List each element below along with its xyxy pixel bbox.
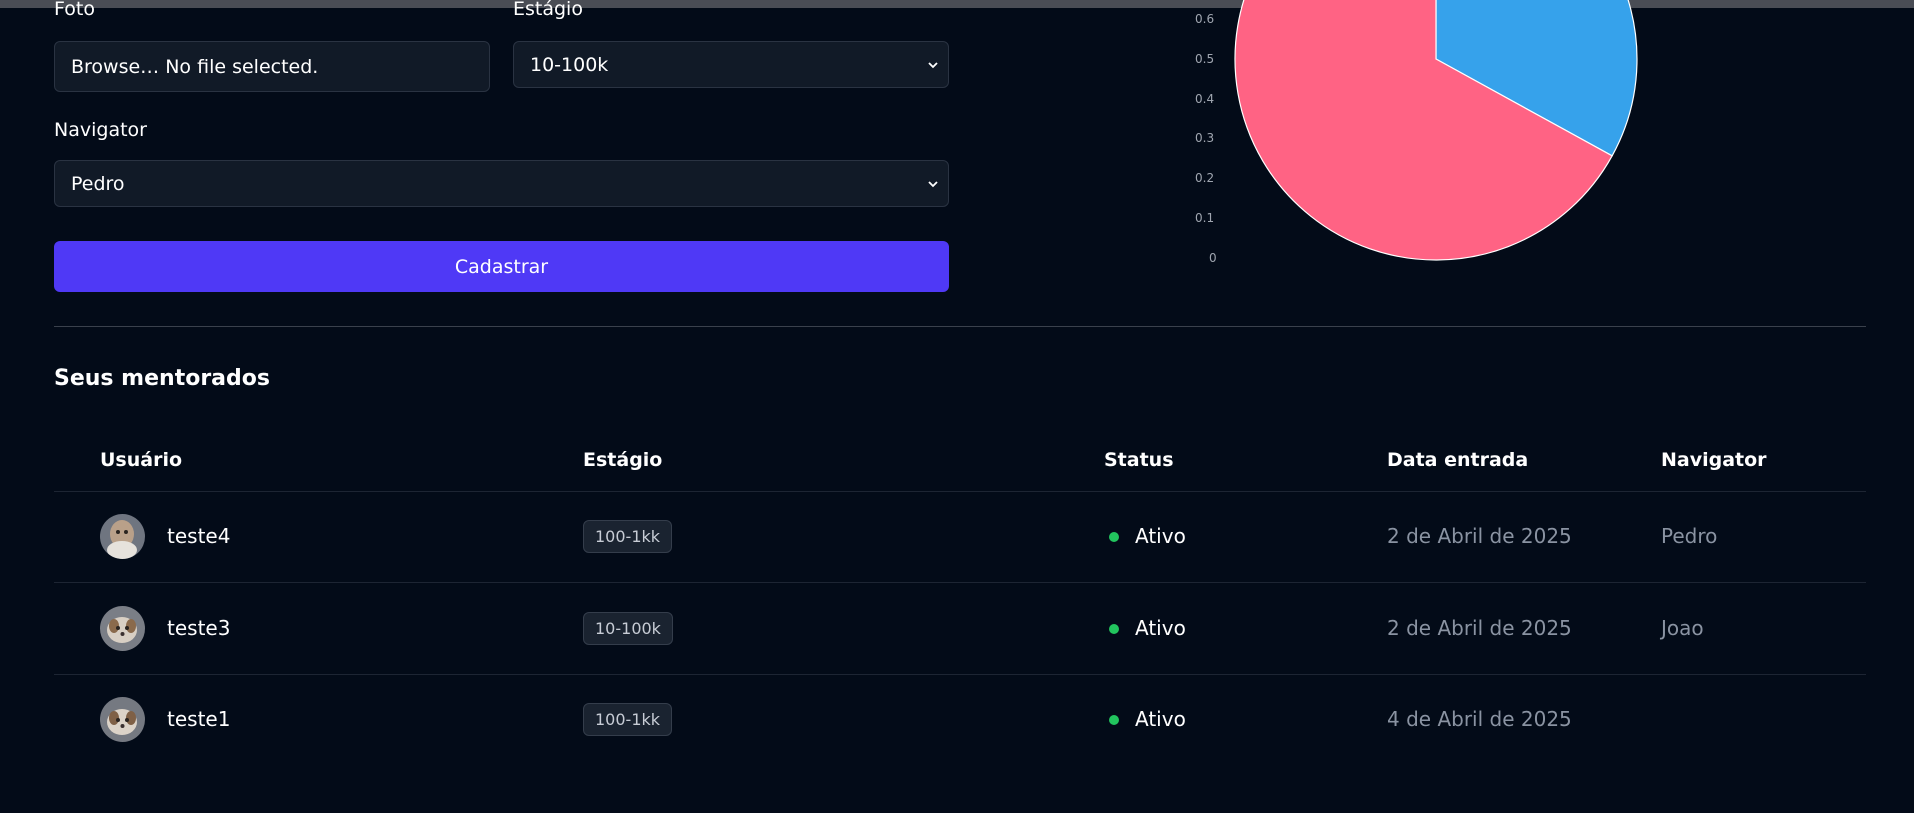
entry-date: 2 de Abril de 2025 bbox=[1387, 524, 1572, 548]
y-tick-label: 0.4 bbox=[1195, 92, 1215, 106]
stage-select[interactable]: 10-100k bbox=[513, 41, 949, 88]
status-dot bbox=[1109, 624, 1119, 634]
column-header-status: Status bbox=[1104, 449, 1174, 471]
navigator-name: Joao bbox=[1661, 616, 1704, 640]
stage-badge: 10-100k bbox=[583, 612, 673, 645]
entry-date: 4 de Abril de 2025 bbox=[1387, 707, 1572, 731]
stage-select-value: 10-100k bbox=[530, 53, 609, 76]
row-divider bbox=[54, 674, 1866, 675]
stage-label: Estágio bbox=[513, 0, 583, 20]
navigator-label: Navigator bbox=[54, 119, 147, 141]
photo-file-input-text: Browse… No file selected. bbox=[71, 55, 319, 78]
status-dot bbox=[1109, 532, 1119, 542]
row-divider bbox=[54, 491, 1866, 492]
stage-badge: 100-1kk bbox=[583, 520, 673, 553]
navigator-name: Pedro bbox=[1661, 524, 1718, 548]
entry-date: 2 de Abril de 2025 bbox=[1387, 616, 1572, 640]
submit-button[interactable]: Cadastrar bbox=[54, 241, 949, 292]
chevron-down-icon bbox=[928, 180, 938, 187]
pie-chart bbox=[1234, 0, 1638, 261]
y-tick-label: 0.5 bbox=[1195, 52, 1215, 66]
photo-file-input[interactable]: Browse… No file selected. bbox=[54, 41, 490, 92]
photo-label: Foto bbox=[54, 0, 95, 20]
column-header-user: Usuário bbox=[100, 449, 183, 471]
mentees-title: Seus mentorados bbox=[54, 366, 270, 391]
user-name: teste1 bbox=[167, 707, 231, 731]
column-header-stage: Estágio bbox=[583, 449, 663, 471]
avatar bbox=[100, 697, 145, 742]
chevron-down-icon bbox=[928, 61, 938, 68]
y-tick-label: 0 bbox=[1209, 251, 1217, 265]
column-header-navigator: Navigator bbox=[1661, 449, 1767, 471]
y-tick-label: 0.6 bbox=[1195, 12, 1215, 26]
status-dot bbox=[1109, 715, 1119, 725]
avatar bbox=[100, 514, 145, 559]
status-text: Ativo bbox=[1135, 707, 1186, 731]
y-tick-label: 0.1 bbox=[1195, 211, 1215, 225]
status-text: Ativo bbox=[1135, 524, 1186, 548]
status-text: Ativo bbox=[1135, 616, 1186, 640]
section-divider bbox=[54, 326, 1866, 327]
y-tick-label: 0.2 bbox=[1195, 171, 1215, 185]
user-name: teste4 bbox=[167, 524, 231, 548]
navigator-select[interactable]: Pedro bbox=[54, 160, 949, 207]
avatar bbox=[100, 606, 145, 651]
stage-badge: 100-1kk bbox=[583, 703, 673, 736]
navigator-select-value: Pedro bbox=[71, 172, 125, 195]
column-header-date: Data entrada bbox=[1387, 449, 1529, 471]
user-name: teste3 bbox=[167, 616, 231, 640]
y-tick-label: 0.3 bbox=[1195, 131, 1215, 145]
row-divider bbox=[54, 582, 1866, 583]
